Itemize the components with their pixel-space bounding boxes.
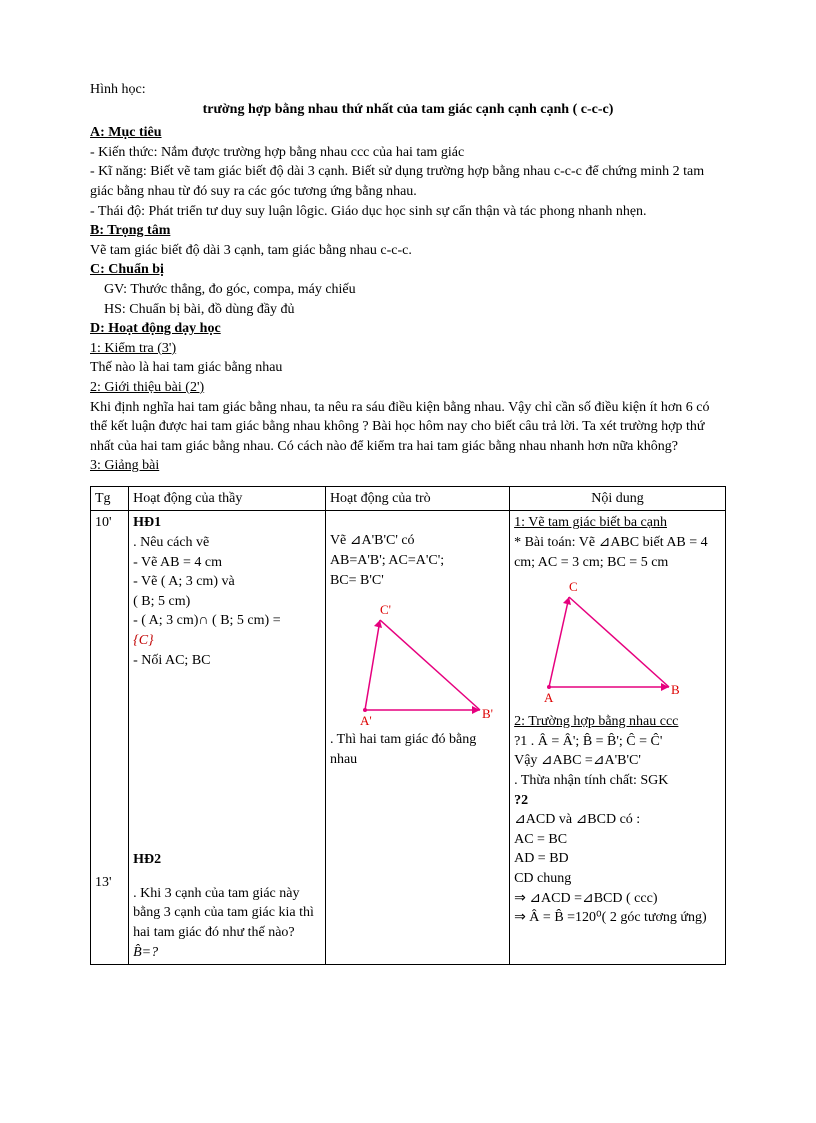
svg-text:C: C	[569, 579, 578, 594]
tg-10: 10'	[95, 513, 124, 533]
section-c-hs: HS: Chuẩn bị bài, đồ dùng đầy đủ	[104, 300, 726, 320]
section-a-thaido: - Thái độ: Phát triển tư duy suy luận lô…	[90, 202, 726, 222]
section-d-item2-label: 2: Giới thiệu bài (2')	[90, 378, 726, 398]
cell-noidung: 1: Vẽ tam giác biết ba cạnh * Bài toán: …	[510, 511, 726, 965]
hd1-label: HĐ1	[133, 513, 321, 533]
section-a-label: A: Mục tiêu	[90, 123, 726, 143]
section-d-item1-label: 1: Kiểm tra (3')	[90, 339, 726, 359]
page-title: trường hợp bằng nhau thứ nhất của tam gi…	[90, 100, 726, 120]
cell-tg: 10' 13'	[91, 511, 129, 965]
hd2-label: HĐ2	[133, 850, 321, 870]
th-noidung: Nội dung	[510, 486, 726, 511]
section-c-gv: GV: Thước thẳng, đo góc, compa, máy chiế…	[104, 280, 726, 300]
nd-q2d: CD chung	[514, 869, 721, 889]
svg-text:C': C'	[380, 602, 391, 617]
hd2-t2: B̂=?	[133, 943, 321, 963]
svg-text:A': A'	[360, 713, 372, 728]
hd1-l4: ( B; 5 cm)	[133, 592, 321, 612]
hd1-l6: {C}	[133, 631, 321, 651]
nd-q2a: ⊿ACD và ⊿BCD có :	[514, 810, 721, 830]
svg-text:B: B	[671, 682, 680, 697]
section-b-label: B: Trọng tâm	[90, 221, 726, 241]
tro-end: . Thì hai tam giác đó bằng nhau	[330, 730, 505, 769]
cell-thay: HĐ1 . Nêu cách vẽ - Vẽ AB = 4 cm - Vẽ ( …	[129, 511, 326, 965]
section-c-label: C: Chuẩn bị	[90, 260, 726, 280]
triangle-aprime-icon: C' A' B'	[330, 590, 500, 730]
th-thay: Hoạt động của thầy	[129, 486, 326, 511]
th-tg: Tg	[91, 486, 129, 511]
hd1-l2: - Vẽ AB = 4 cm	[133, 553, 321, 573]
tro-l3: BC= B'C'	[330, 571, 505, 591]
tro-l2: AB=A'B'; AC=A'C';	[330, 551, 505, 571]
nd-q2c: AD = BD	[514, 849, 721, 869]
section-d-item3-label: 3: Giảng bài	[90, 456, 726, 476]
nd-q1c: . Thừa nhận tính chất: SGK	[514, 771, 721, 791]
section-a-kinang: - Kĩ năng: Biết vẽ tam giác biết độ dài …	[90, 162, 726, 201]
section-a-kienthuc: - Kiến thức: Nắm được trường hợp bằng nh…	[90, 143, 726, 163]
tro-l1: Vẽ ⊿A'B'C' có	[330, 531, 505, 551]
cell-tro: Vẽ ⊿A'B'C' có AB=A'B'; AC=A'C'; BC= B'C'…	[325, 511, 509, 965]
section-d-item1-text: Thế nào là hai tam giác bằng nhau	[90, 358, 726, 378]
nd-q1: ?1 . Â = Â'; B̂ = B̂'; Ĉ = Ĉ'	[514, 732, 721, 752]
nd-head1: 1: Vẽ tam giác biết ba cạnh	[514, 513, 721, 533]
lesson-table: Tg Hoạt động của thầy Hoạt động của trò …	[90, 486, 726, 965]
hd2-t1: . Khi 3 cạnh của tam giác này bằng 3 cạn…	[133, 884, 321, 943]
subject-label: Hình học:	[90, 80, 726, 100]
nd-q2b: AC = BC	[514, 830, 721, 850]
section-d-item2-text: Khi định nghĩa hai tam giác bằng nhau, t…	[90, 398, 726, 457]
nd-q2e: ⇒ ⊿ACD =⊿BCD ( ccc)	[514, 889, 721, 909]
triangle-abc-icon: C A B	[514, 572, 694, 712]
hd1-l5: - ( A; 3 cm)∩ ( B; 5 cm) =	[133, 611, 321, 631]
tg-13: 13'	[95, 873, 124, 893]
nd-head2: 2: Trường hợp bằng nhau ccc	[514, 712, 721, 732]
svg-text:B': B'	[482, 706, 493, 721]
section-b-content: Vẽ tam giác biết độ dài 3 cạnh, tam giác…	[90, 241, 726, 261]
section-d-label: D: Hoạt động dạy học	[90, 319, 726, 339]
th-tro: Hoạt động của trò	[325, 486, 509, 511]
hd1-l3: - Vẽ ( A; 3 cm) và	[133, 572, 321, 592]
hd1-l1: . Nêu cách vẽ	[133, 533, 321, 553]
nd-q2f: ⇒ Â = B̂ =120⁰( 2 góc tương ứng)	[514, 908, 721, 928]
nd-q2: ?2	[514, 791, 721, 811]
svg-text:A: A	[544, 690, 554, 705]
nd-text1: * Bài toán: Vẽ ⊿ABC biết AB = 4 cm; AC =…	[514, 533, 721, 572]
hd1-l7: - Nối AC; BC	[133, 651, 321, 671]
nd-q1b: Vậy ⊿ABC =⊿A'B'C'	[514, 751, 721, 771]
